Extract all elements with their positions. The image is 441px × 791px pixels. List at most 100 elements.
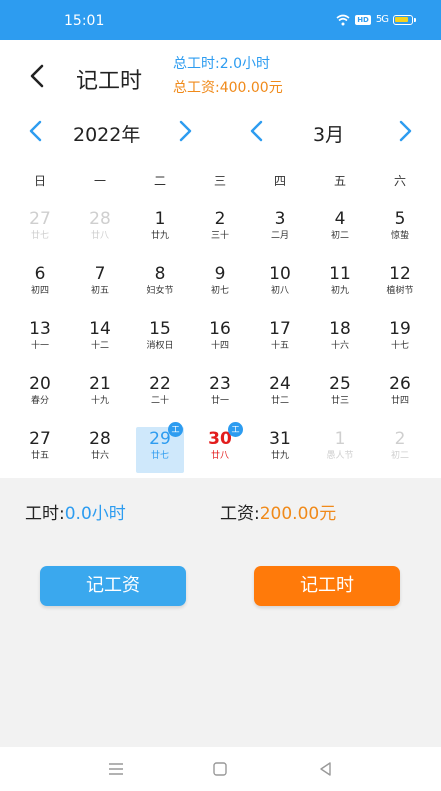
day-lunar-label: 消权日: [146, 341, 174, 351]
calendar-day[interactable]: 18 十六: [310, 315, 370, 370]
day-wage-value: 200.00元: [259, 504, 337, 524]
calendar-day[interactable]: 26 廿四: [370, 370, 430, 425]
record-hours-button[interactable]: 记工时: [254, 566, 400, 606]
day-lunar-label: 初四: [30, 286, 49, 296]
calendar-day[interactable]: 12 植树节: [370, 260, 430, 315]
weekday-tue: 二: [153, 174, 166, 188]
calendar-day[interactable]: 8 妇女节: [130, 260, 190, 315]
weekday-sat: 六: [393, 174, 406, 188]
day-number: 1: [334, 429, 346, 449]
total-hours: 总工时:2.0小时: [173, 53, 270, 73]
calendar-day[interactable]: 15 消权日: [130, 315, 190, 370]
calendar-day[interactable]: 27 廿五: [10, 425, 70, 480]
hd-icon: HD: [355, 15, 371, 25]
day-lunar-label: 十六: [330, 341, 349, 351]
day-number: 19: [389, 319, 411, 339]
calendar-day[interactable]: 2 三十: [190, 205, 250, 260]
header: 记工时 总工时:2.0小时 总工资:400.00元: [0, 40, 441, 110]
calendar-day[interactable]: 16 十四: [190, 315, 250, 370]
day-lunar-label: 十四: [210, 341, 229, 351]
day-wage: 工资:200.00元: [220, 499, 336, 524]
day-lunar-label: 十五: [270, 341, 289, 351]
calendar-day[interactable]: 1 廿九: [130, 205, 190, 260]
day-number: 3: [274, 209, 286, 229]
calendar-day[interactable]: 28 廿八: [70, 205, 130, 260]
day-number: 17: [269, 319, 291, 339]
day-lunar-label: 廿九: [150, 231, 169, 241]
next-month-icon[interactable]: [392, 119, 416, 143]
day-number: 2: [214, 209, 226, 229]
day-number: 11: [329, 264, 351, 284]
total-wage: 总工资:400.00元: [173, 77, 283, 97]
day-lunar-label: 十一: [30, 341, 49, 351]
calendar-day[interactable]: 13 十一: [10, 315, 70, 370]
day-lunar-label: 廿七: [150, 451, 169, 461]
prev-year-icon[interactable]: [25, 119, 49, 143]
total-wage-value: 400.00元: [219, 80, 283, 96]
calendar-day[interactable]: 21 十九: [70, 370, 130, 425]
calendar-day[interactable]: 28 廿六: [70, 425, 130, 480]
prev-month-icon[interactable]: [246, 119, 270, 143]
day-lunar-label: 妇女节: [146, 286, 174, 296]
next-year-icon[interactable]: [172, 119, 196, 143]
day-number: 15: [149, 319, 171, 339]
calendar-day[interactable]: 27 廿七: [10, 205, 70, 260]
calendar-day[interactable]: 22 二十: [130, 370, 190, 425]
day-number: 14: [89, 319, 111, 339]
record-wage-button[interactable]: 记工资: [40, 566, 186, 606]
calendar-day[interactable]: 3 二月: [250, 205, 310, 260]
day-number: 8: [154, 264, 166, 284]
calendar-day[interactable]: 29 廿七工: [130, 422, 190, 480]
date-navigation: 2022年 3月: [0, 112, 441, 150]
day-number: 28: [89, 209, 111, 229]
calendar-day[interactable]: 20 春分: [10, 370, 70, 425]
day-number: 12: [389, 264, 411, 284]
calendar-day[interactable]: 2 初二: [370, 425, 430, 480]
day-lunar-label: 廿一: [210, 396, 229, 406]
day-number: 22: [149, 374, 171, 394]
day-lunar-label: 初五: [90, 286, 109, 296]
weekday-thu: 四: [273, 174, 286, 188]
day-number: 2: [394, 429, 406, 449]
status-time: 15:01: [64, 13, 105, 29]
calendar-day[interactable]: 1 愚人节: [310, 425, 370, 480]
signal-icon: 5G: [375, 14, 389, 25]
day-lunar-label: 初二: [330, 231, 349, 241]
weekday-mon: 一: [93, 174, 106, 188]
home-icon[interactable]: [210, 759, 230, 779]
weekday-fri: 五: [333, 174, 346, 188]
calendar-day[interactable]: 17 十五: [250, 315, 310, 370]
calendar-day[interactable]: 23 廿一: [190, 370, 250, 425]
calendar-day[interactable]: 6 初四: [10, 260, 70, 315]
calendar-day[interactable]: 30 廿八工: [190, 422, 250, 480]
day-lunar-label: 廿八: [90, 231, 109, 241]
calendar-day[interactable]: 9 初七: [190, 260, 250, 315]
day-lunar-label: 廿五: [30, 451, 49, 461]
day-lunar-label: 三十: [210, 231, 229, 241]
calendar-day[interactable]: 24 廿二: [250, 370, 310, 425]
day-number: 31: [269, 429, 291, 449]
day-hours: 工时:0.0小时: [25, 499, 126, 524]
calendar-day[interactable]: 4 初二: [310, 205, 370, 260]
calendar-day[interactable]: 31 廿九: [250, 425, 310, 480]
calendar-day[interactable]: 5 惊蛰: [370, 205, 430, 260]
calendar-day[interactable]: 14 十二: [70, 315, 130, 370]
day-number: 20: [29, 374, 51, 394]
calendar-day[interactable]: 25 廿三: [310, 370, 370, 425]
calendar-day[interactable]: 7 初五: [70, 260, 130, 315]
day-number: 25: [329, 374, 351, 394]
day-number: 16: [209, 319, 231, 339]
day-hours-value: 0.0小时: [64, 504, 126, 524]
day-lunar-label: 初九: [330, 286, 349, 296]
day-lunar-label: 廿七: [30, 231, 49, 241]
weekday-header: 日 一 二 三 四 五 六: [10, 172, 430, 190]
day-number: 27: [29, 429, 51, 449]
calendar-day[interactable]: 19 十七: [370, 315, 430, 370]
menu-icon[interactable]: [106, 759, 126, 779]
back-icon[interactable]: [26, 62, 48, 90]
calendar-day[interactable]: 11 初九: [310, 260, 370, 315]
back-nav-icon[interactable]: [316, 759, 336, 779]
total-hours-label: 总工时:: [173, 56, 220, 72]
calendar-day[interactable]: 10 初八: [250, 260, 310, 315]
day-number: 18: [329, 319, 351, 339]
